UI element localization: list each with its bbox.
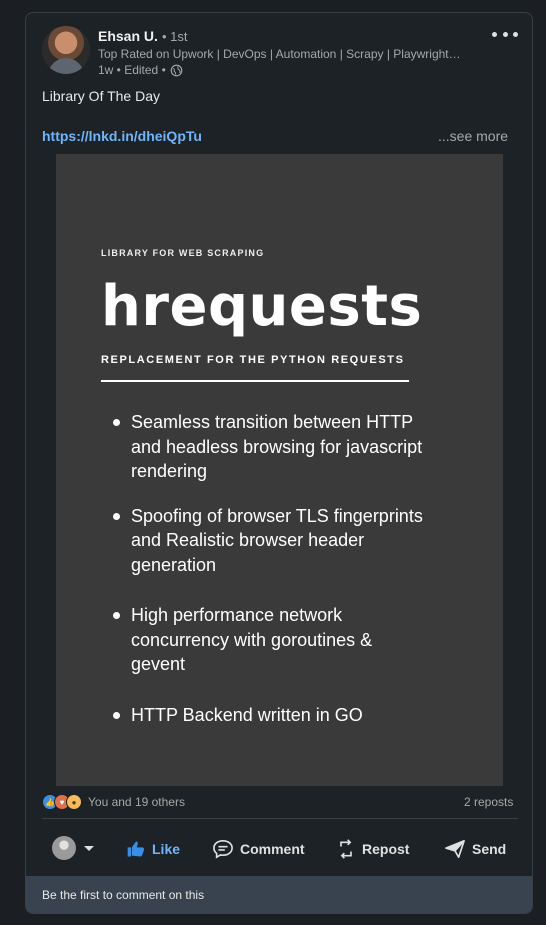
image-title: hrequests <box>101 274 423 339</box>
like-label: Like <box>152 841 181 857</box>
image-bullet: High performance network concurrency wit… <box>101 603 431 677</box>
repost-button[interactable]: Repost <box>336 829 409 869</box>
reactions-summary[interactable]: 👍 ♥ ● You and 19 others <box>42 794 185 810</box>
post-link[interactable]: https://lnkd.in/dheiQpTu <box>42 128 202 144</box>
like-button[interactable]: Like <box>126 829 180 869</box>
action-bar: Like Comment Repost Send <box>26 829 532 869</box>
post-time: 1w • Edited • <box>98 63 166 77</box>
send-icon <box>445 840 465 858</box>
image-subtitle: REPLACEMENT FOR THE PYTHON REQUESTS <box>101 354 405 366</box>
chevron-down-icon <box>84 845 94 851</box>
post-card: Ehsan U. • 1st Top Rated on Upwork | Dev… <box>25 12 533 914</box>
post-meta: 1w • Edited • <box>98 63 183 77</box>
post-text: Library Of The Day <box>42 88 161 104</box>
actor-avatar <box>52 836 76 860</box>
send-button[interactable]: Send <box>444 829 506 869</box>
image-bullet: Spoofing of browser TLS fingerprints and… <box>101 504 431 578</box>
more-icon[interactable] <box>492 25 518 43</box>
reactions-count[interactable]: You and 19 others <box>88 795 185 809</box>
globe-icon <box>170 64 183 76</box>
comment-button[interactable]: Comment <box>212 829 305 869</box>
post-image[interactable]: LIBRARY FOR WEB SCRAPING hrequests REPLA… <box>56 154 503 786</box>
insightful-reaction-icon: ● <box>66 794 82 810</box>
repost-label: Repost <box>362 841 410 857</box>
image-bullet: HTTP Backend written in GO <box>101 703 431 728</box>
send-label: Send <box>472 841 507 857</box>
author-headline: Top Rated on Upwork | DevOps | Automatio… <box>98 47 463 61</box>
see-more-button[interactable]: ...see more <box>438 128 508 144</box>
image-bullet: Seamless transition between HTTP and hea… <box>101 410 431 484</box>
actions-divider <box>42 818 518 819</box>
comment-label: Comment <box>240 841 305 857</box>
connection-degree: • 1st <box>162 29 188 44</box>
actor-switcher[interactable] <box>52 836 94 860</box>
like-icon <box>127 841 145 857</box>
comment-icon <box>213 839 233 859</box>
repost-icon <box>340 839 352 859</box>
comments-empty-text: Be the first to comment on this <box>42 888 205 902</box>
reposts-count[interactable]: 2 reposts <box>464 795 513 809</box>
image-kicker: LIBRARY FOR WEB SCRAPING <box>101 248 265 258</box>
author-avatar[interactable] <box>42 26 90 74</box>
author-name[interactable]: Ehsan U. <box>98 28 158 44</box>
image-bullet-list: Seamless transition between HTTP and hea… <box>101 410 431 727</box>
comments-empty-state: Be the first to comment on this <box>26 876 532 913</box>
image-divider <box>101 380 409 382</box>
